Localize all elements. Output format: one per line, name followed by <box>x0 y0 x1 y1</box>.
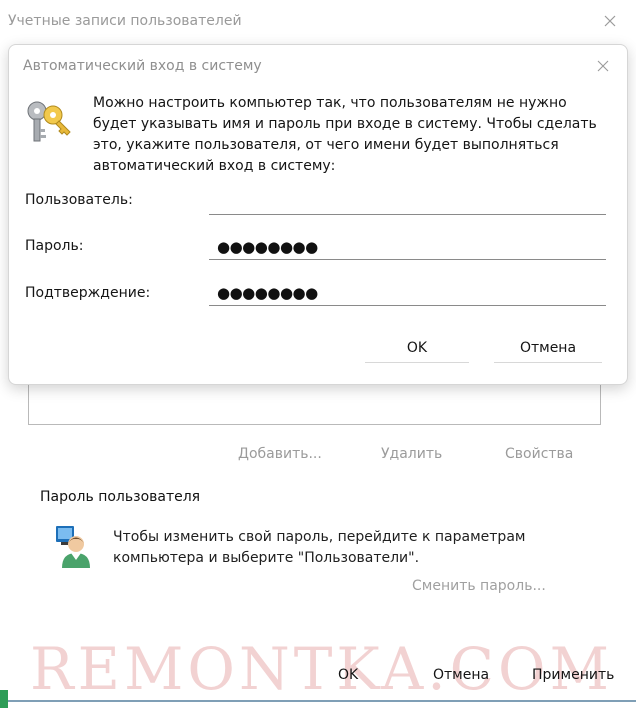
footer-apply-button[interactable]: Применить <box>532 667 614 683</box>
dialog-title: Автоматический вход в систему <box>23 58 262 74</box>
password-section-title: Пароль пользователя <box>40 489 201 505</box>
background-close-icon[interactable] <box>601 12 619 30</box>
properties-button[interactable]: Свойства <box>505 446 573 462</box>
user-label: Пользователь: <box>25 192 133 208</box>
change-password-button[interactable]: Сменить пароль... <box>412 578 546 594</box>
bottom-divider <box>6 700 636 702</box>
password-input[interactable]: ●●●●●●●● <box>209 236 606 260</box>
dialog-ok-button[interactable]: OK <box>365 333 469 363</box>
background-window-title: Учетные записи пользователей <box>8 13 242 29</box>
password-label: Пароль: <box>25 238 84 254</box>
footer-ok-button[interactable]: OK <box>338 667 358 683</box>
auto-logon-dialog: Автоматический вход в систему Можно наст… <box>8 44 628 385</box>
dialog-description: Можно настроить компьютер так, что польз… <box>93 95 597 174</box>
user-input[interactable] <box>209 191 606 215</box>
confirm-label: Подтверждение: <box>25 285 151 301</box>
password-info-text: Чтобы изменить свой пароль, перейдите к … <box>113 529 526 566</box>
confirm-password-mask: ●●●●●●●● <box>217 284 318 302</box>
dialog-close-icon[interactable] <box>595 58 611 74</box>
dialog-cancel-button[interactable]: Отмена <box>494 333 602 363</box>
password-mask: ●●●●●●●● <box>217 238 318 256</box>
add-user-button[interactable]: Добавить... <box>238 446 322 462</box>
keys-icon <box>27 101 71 142</box>
remove-user-button[interactable]: Удалить <box>381 446 442 462</box>
bottom-edge-marker <box>0 690 8 708</box>
confirm-password-input[interactable]: ●●●●●●●● <box>209 282 606 306</box>
footer-cancel-button[interactable]: Отмена <box>433 667 489 683</box>
user-account-icon <box>56 526 90 568</box>
